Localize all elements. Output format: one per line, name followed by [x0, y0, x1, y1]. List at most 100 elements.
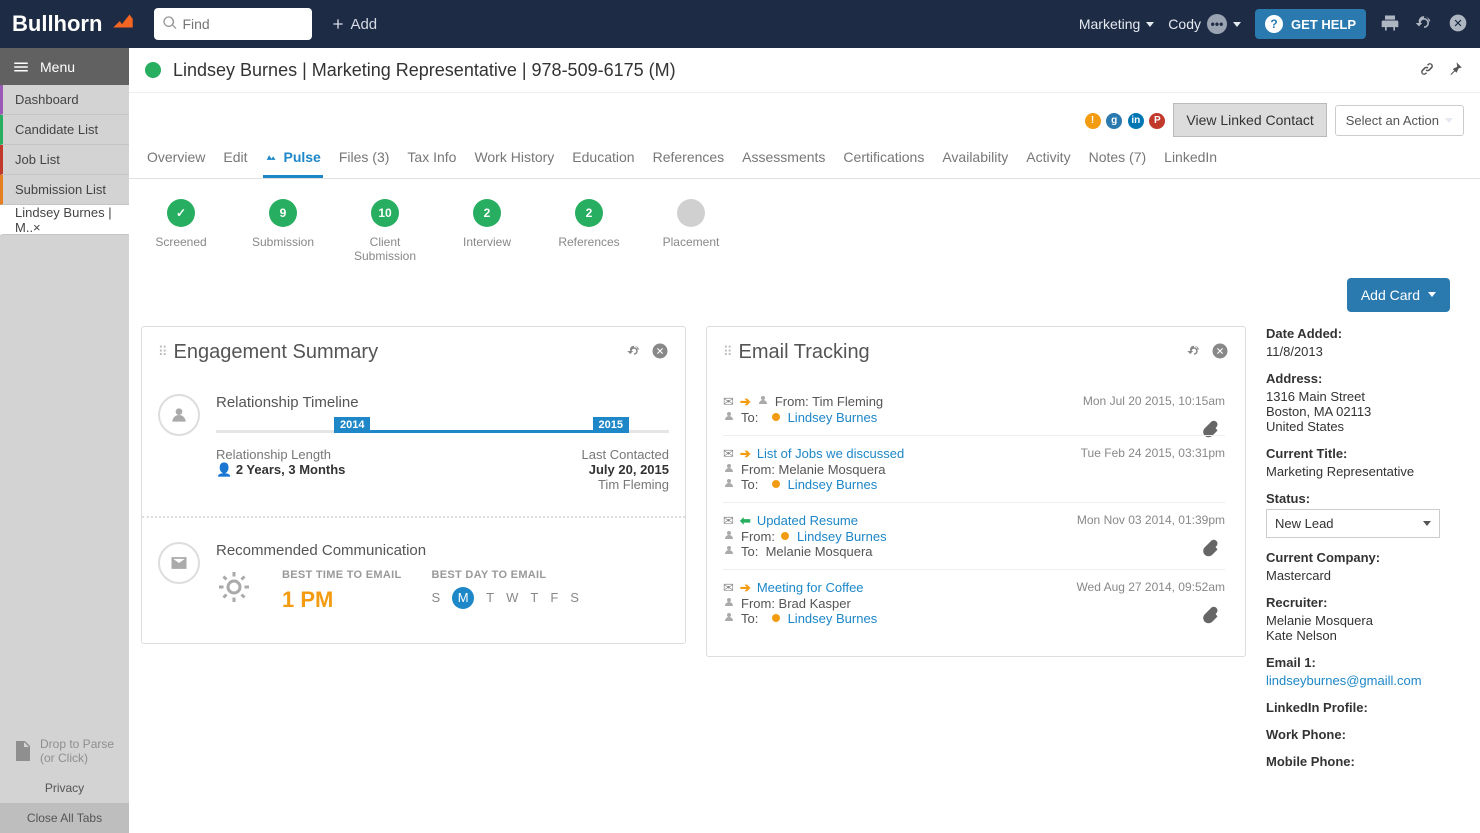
pipeline-stage[interactable]: 2Interview: [451, 199, 523, 264]
linkedin-icon[interactable]: in: [1128, 113, 1144, 129]
social-icons[interactable]: ! g in P: [1083, 111, 1166, 129]
pipeline-stage[interactable]: 2References: [553, 199, 625, 264]
chevron-down-icon: [1233, 22, 1241, 27]
envelope-icon: ✉: [723, 394, 734, 410]
drag-handle-icon[interactable]: ⠿: [723, 344, 733, 360]
weekday: T: [530, 590, 538, 605]
add-card-button[interactable]: Add Card: [1347, 278, 1450, 312]
arrow-right-icon: ➔: [740, 580, 751, 596]
tab[interactable]: Education: [570, 139, 636, 178]
view-linked-contact-button[interactable]: View Linked Contact: [1173, 103, 1326, 137]
pin-icon[interactable]: [1446, 60, 1464, 81]
weekday: F: [550, 590, 558, 605]
sidebar-item[interactable]: Dashboard: [0, 85, 129, 115]
email-item[interactable]: ✉➔List of Jobs we discussed From: Melani…: [723, 435, 1225, 502]
refresh-icon[interactable]: [1185, 342, 1203, 363]
bullhorn-social-icon[interactable]: !: [1085, 113, 1101, 129]
weekday: S: [570, 590, 579, 605]
arrow-right-icon: ➔: [740, 446, 751, 462]
tab[interactable]: Availability: [940, 139, 1010, 178]
drag-handle-icon[interactable]: ⠿: [158, 344, 168, 360]
envelope-icon: ✉: [723, 513, 734, 529]
tab[interactable]: Activity: [1024, 139, 1072, 178]
drop-to-parse[interactable]: Drop to Parse (or Click): [0, 729, 129, 773]
user-dropdown[interactable]: Cody •••: [1168, 14, 1241, 34]
search-icon: [162, 15, 178, 34]
weekday: S: [431, 590, 440, 605]
close-icon[interactable]: [651, 342, 669, 363]
privacy-link[interactable]: Privacy: [0, 773, 129, 803]
add-button[interactable]: Add: [330, 16, 377, 33]
tab[interactable]: Notes (7): [1087, 139, 1149, 178]
sidebar-item[interactable]: Job List: [0, 145, 129, 175]
tab[interactable]: Work History: [472, 139, 556, 178]
person-icon: [158, 394, 200, 436]
sidebar-item[interactable]: Candidate List: [0, 115, 129, 145]
close-all-tabs[interactable]: Close All Tabs: [0, 803, 129, 833]
email-item[interactable]: ✉⬅Updated Resume From: Lindsey Burnes To…: [723, 502, 1225, 569]
best-day-picker: SMTWTFS: [431, 587, 578, 609]
pipeline-stage[interactable]: ✓Screened: [145, 199, 217, 264]
pipeline-stage[interactable]: Placement: [655, 199, 727, 264]
tab[interactable]: Edit: [221, 139, 249, 178]
record-tabs: Overview Edit Pulse Files (3) Tax Info Work H…: [129, 139, 1480, 179]
status-dot: [145, 62, 161, 78]
tab[interactable]: Tax Info: [405, 139, 458, 178]
close-icon[interactable]: [1211, 342, 1229, 363]
brand-logo[interactable]: Bullhorn: [12, 8, 136, 41]
bull-icon: [110, 8, 136, 41]
google-icon[interactable]: g: [1106, 113, 1122, 129]
relationship-timeline: 2014 2015: [216, 421, 669, 441]
tab[interactable]: Pulse: [263, 139, 322, 178]
sidebar: Menu DashboardCandidate ListJob ListSubm…: [0, 48, 129, 833]
status-select[interactable]: New Lead: [1266, 509, 1440, 538]
card-title: Engagement Summary: [174, 341, 617, 364]
attachment-icon[interactable]: [1201, 606, 1219, 627]
get-help-button[interactable]: ? GET HELP: [1255, 9, 1366, 39]
weekday: W: [506, 590, 518, 605]
record-title: Lindsey Burnes | Marketing Representativ…: [173, 60, 1408, 81]
envelope-icon: ✉: [723, 446, 734, 462]
search-input[interactable]: [182, 16, 304, 32]
chevron-down-icon: [1428, 292, 1436, 297]
envelope-icon: ✉: [723, 580, 734, 596]
sun-icon: [216, 569, 252, 613]
timeline-label: Relationship Timeline: [216, 394, 669, 411]
refresh-icon[interactable]: [625, 342, 643, 363]
global-search[interactable]: [154, 8, 312, 40]
email-list[interactable]: ✉➔ From: Tim Fleming To: Lindsey BurnesM…: [723, 384, 1229, 636]
chat-icon: •••: [1207, 14, 1227, 34]
refresh-icon[interactable]: [1414, 13, 1434, 36]
sidebar-item[interactable]: Lindsey Burnes | M..×: [0, 205, 129, 235]
pipeline-stage[interactable]: 10Client Submission: [349, 199, 421, 264]
help-icon: ?: [1265, 15, 1283, 33]
tab[interactable]: Overview: [145, 139, 207, 178]
chevron-down-icon: [1146, 22, 1154, 27]
close-icon[interactable]: [1448, 13, 1468, 36]
pipeline-stage[interactable]: 9Submission: [247, 199, 319, 264]
best-time-value: 1 PM: [282, 587, 401, 613]
weekday: T: [486, 590, 494, 605]
link-icon[interactable]: [1418, 60, 1436, 81]
sidebar-item[interactable]: Submission List: [0, 175, 129, 205]
select-action-dropdown[interactable]: Select an Action: [1335, 105, 1464, 136]
card-title: Email Tracking: [739, 341, 1177, 364]
chevron-down-icon: [1423, 521, 1431, 526]
pinterest-icon[interactable]: P: [1149, 113, 1165, 129]
tab[interactable]: Assessments: [740, 139, 827, 178]
arrow-right-icon: ➔: [740, 394, 751, 410]
weekday: M: [452, 587, 474, 609]
email-link[interactable]: lindseyburnes@gmaill.com: [1266, 673, 1422, 688]
tab[interactable]: LinkedIn: [1162, 139, 1219, 178]
mail-icon: [158, 542, 200, 584]
stage-pipeline: ✓Screened 9Submission 10Client Submission 2…: [129, 179, 1480, 274]
tab[interactable]: Files (3): [337, 139, 392, 178]
print-icon[interactable]: [1380, 13, 1400, 36]
email-item[interactable]: ✉➔Meeting for Coffee From: Brad Kasper T…: [723, 569, 1225, 636]
menu-toggle[interactable]: Menu: [0, 48, 129, 85]
tab[interactable]: Certifications: [841, 139, 926, 178]
attachment-icon[interactable]: [1201, 539, 1219, 560]
tab[interactable]: References: [651, 139, 727, 178]
email-item[interactable]: ✉➔ From: Tim Fleming To: Lindsey BurnesM…: [723, 384, 1225, 435]
dept-dropdown[interactable]: Marketing: [1079, 16, 1154, 32]
